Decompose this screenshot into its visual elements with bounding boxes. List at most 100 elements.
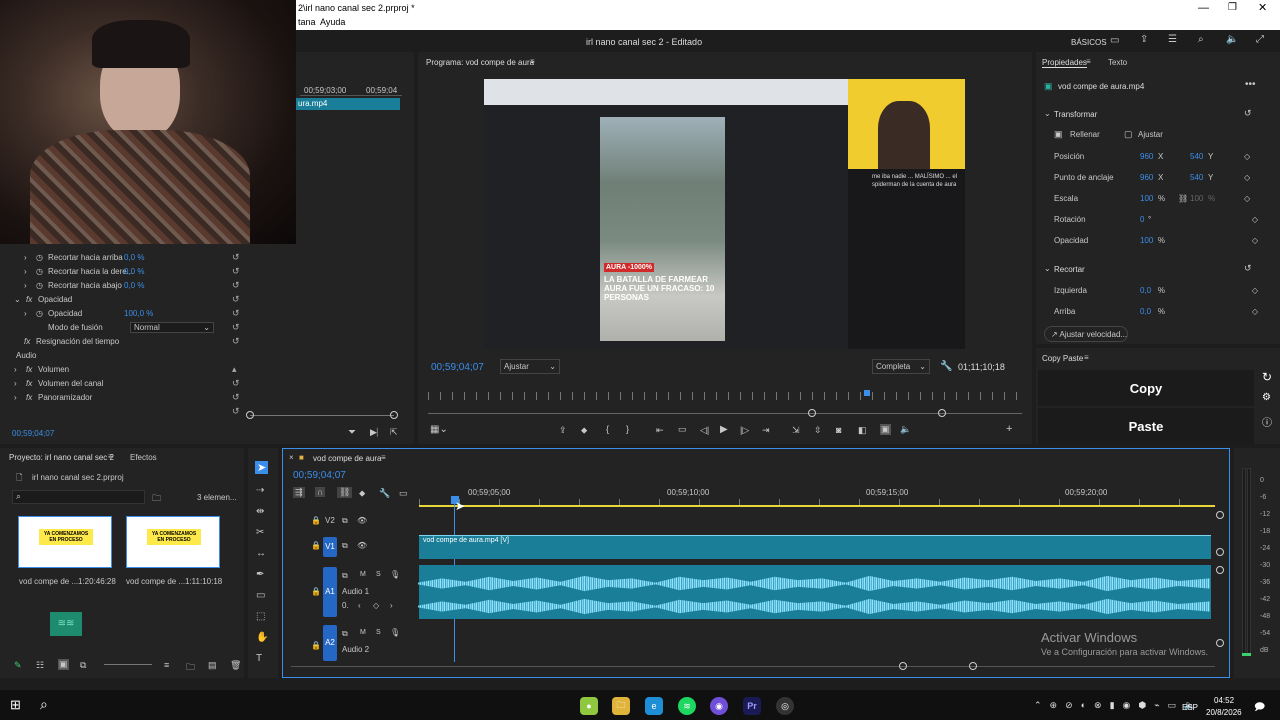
source-clip[interactable]: ura.mp4 <box>296 98 400 110</box>
new-bin-icon[interactable]: 🗀 <box>186 660 195 676</box>
close-tab-icon[interactable]: × <box>289 453 294 462</box>
captions-icon[interactable]: ▭ <box>399 488 408 499</box>
marker-icon[interactable]: ⬥ <box>581 425 587 436</box>
speed-button[interactable]: ↗ Ajustar velocidad... <box>1044 326 1128 342</box>
tab-text[interactable]: Texto <box>1108 58 1127 67</box>
clock-date[interactable]: 20/8/2026 <box>1206 708 1242 717</box>
property-value[interactable]: 540 <box>1190 173 1204 182</box>
item-name[interactable]: vod compe de ... <box>19 577 78 586</box>
lock-icon[interactable]: 🔒 <box>311 587 321 596</box>
eye-icon[interactable]: 👁 <box>357 541 367 550</box>
play-icon[interactable]: ▶ <box>720 424 728 435</box>
chevron-down-icon[interactable]: ⌄ <box>1044 109 1051 118</box>
minimize-icon[interactable]: — <box>1198 2 1209 14</box>
zoom-handle[interactable] <box>1216 511 1224 519</box>
app-icon-1[interactable]: ● <box>580 697 598 715</box>
eye-icon[interactable]: 👁 <box>357 516 367 525</box>
ripple-edit-icon[interactable]: ⇹ <box>256 506 264 517</box>
add-button-icon[interactable]: + <box>1006 423 1012 435</box>
edge-icon[interactable]: e <box>645 697 663 715</box>
linked-select-icon[interactable]: ⛓ <box>337 487 353 498</box>
timeline-timecode[interactable]: 00;59;04;07 <box>293 470 346 481</box>
reset-icon[interactable]: ↺ <box>1244 263 1252 274</box>
property-value[interactable]: 100 <box>1140 194 1154 203</box>
program-playhead[interactable] <box>864 390 870 396</box>
sync-icon[interactable]: ⧉ <box>342 571 348 581</box>
keyframe-icon[interactable]: ◇ <box>1252 236 1258 245</box>
volume-icon[interactable]: 🔈 <box>1226 34 1238 45</box>
gear-icon[interactable]: ⚙ <box>1262 392 1271 403</box>
new-item-icon[interactable]: ▤ <box>208 660 217 671</box>
sort-icon[interactable]: ≡ <box>164 660 169 670</box>
keyframe-icon[interactable]: ◇ <box>1252 286 1258 295</box>
property-value[interactable]: 100 <box>1140 236 1154 245</box>
filter-icon[interactable]: ⏷ <box>348 427 356 438</box>
tab-properties[interactable]: Propiedades <box>1042 58 1087 68</box>
sequence-tab[interactable]: vod compe de aura <box>313 454 382 463</box>
lock-icon[interactable]: 🔒 <box>311 541 321 550</box>
program-timecode[interactable]: 00;59;04;07 <box>431 362 484 373</box>
spotify-icon[interactable]: ≋ <box>678 697 696 715</box>
property-value[interactable]: 540 <box>1190 152 1204 161</box>
keyframe-icon[interactable]: ◇ <box>1244 173 1250 182</box>
sync-icon[interactable]: ⧉ <box>342 516 348 526</box>
workspace-label[interactable]: BÁSICOS <box>1071 38 1107 47</box>
obs-icon[interactable]: ◎ <box>776 697 794 715</box>
zoom-handle[interactable] <box>390 411 398 419</box>
tab-project[interactable]: Proyecto: irl nano canal sec 2 <box>9 453 114 462</box>
menu-lines-icon[interactable]: ☰ <box>1168 34 1177 45</box>
thumb-size-slider[interactable] <box>104 664 152 665</box>
timeline-scrollbar[interactable] <box>291 666 1215 667</box>
mark-in-icon[interactable]: { <box>606 424 609 434</box>
insert-icon[interactable]: ⇲ <box>792 425 800 436</box>
track-id[interactable]: A2 <box>323 625 337 661</box>
list-view-icon[interactable]: ☷ <box>36 660 44 671</box>
zoom-handle[interactable] <box>246 411 254 419</box>
project-thumb[interactable]: YA COMENZAMOS EN PROCESO <box>18 516 112 568</box>
folder-icon[interactable]: 🗀 <box>152 491 161 507</box>
step-forward-icon[interactable]: |▷ <box>740 425 749 436</box>
keyframe-icon[interactable]: ◇ <box>1252 215 1258 224</box>
lock-icon[interactable]: 🔒 <box>311 641 321 650</box>
clock-time[interactable]: 04:52 <box>1214 696 1234 705</box>
premiere-icon[interactable]: Pr <box>743 697 761 715</box>
fullscreen-icon[interactable]: ⤢ <box>1256 34 1264 45</box>
effect-group-opacity[interactable]: ⌄ fx Opacidad <box>14 292 72 306</box>
mic-icon[interactable]: 🎙 <box>390 570 400 579</box>
chevron-right-icon[interactable]: › <box>14 393 26 402</box>
scroll-handle[interactable] <box>969 662 977 670</box>
effect-group-panner[interactable]: › fx Panoramizador <box>14 390 92 404</box>
zoom-bar[interactable] <box>250 415 394 416</box>
link-icon[interactable]: ⛓ <box>1178 194 1190 203</box>
property-value[interactable]: 960 <box>1140 152 1154 161</box>
zoom-handle[interactable] <box>808 409 816 417</box>
hand-icon[interactable]: ✋ <box>256 632 268 643</box>
menu-item-ayuda[interactable]: Ayuda <box>320 17 345 27</box>
keyframe-icon[interactable]: ◇ <box>373 601 379 610</box>
reset-icon[interactable]: ↺ <box>1244 108 1252 119</box>
rectangle-icon[interactable]: ▭ <box>256 590 265 601</box>
language-indicator[interactable]: ESP <box>1182 703 1198 712</box>
property-value[interactable]: 960 <box>1140 173 1154 182</box>
fill-icon[interactable]: ▣ <box>1054 129 1063 140</box>
sync-icon[interactable]: ⧉ <box>342 541 348 551</box>
chevron-right-icon[interactable]: › <box>24 267 36 276</box>
go-to-out-icon[interactable]: ⇥ <box>762 425 770 436</box>
track-id[interactable]: V2 <box>325 516 335 525</box>
snap-icon[interactable]: ∩ <box>315 487 326 497</box>
chevron-right-icon[interactable]: › <box>24 309 36 318</box>
program-label[interactable]: Programa: vod compe de aura <box>426 58 534 67</box>
volume-icon[interactable]: 🔈 <box>900 424 911 435</box>
tray-icons[interactable]: ⌃⊕⊘◐⊗▮◉⬢⌁▭🔈 <box>1034 700 1203 711</box>
fit-select[interactable]: Ajustar ⌄ <box>500 359 560 374</box>
chevron-down-icon[interactable]: ⌄ <box>14 295 26 304</box>
zoom-handle[interactable] <box>1216 548 1224 556</box>
add-marker-icon[interactable]: ⬥ <box>359 488 365 499</box>
mute-icon[interactable]: M <box>360 571 366 578</box>
lock-icon[interactable]: 🔒 <box>311 516 321 525</box>
go-to-in-icon[interactable]: ⇤ <box>656 425 664 436</box>
zoom-handle[interactable] <box>1216 566 1224 574</box>
export-icon[interactable]: ⇪ <box>1140 34 1148 45</box>
zoom-handle[interactable] <box>938 409 946 417</box>
effect-value[interactable]: 0,0 % <box>124 267 144 276</box>
